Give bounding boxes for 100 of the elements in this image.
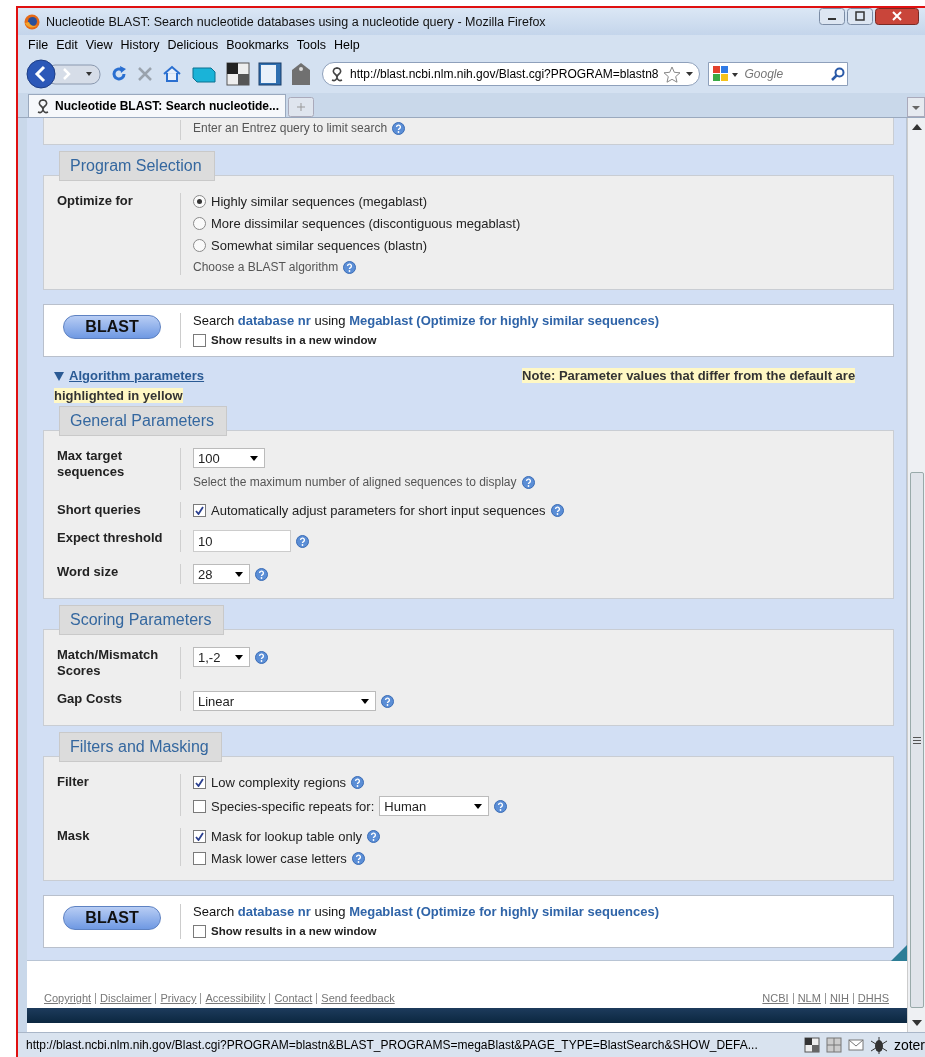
summary-link[interactable]: database nr <box>237 904 311 919</box>
menu-item[interactable]: Bookmarks <box>226 38 289 52</box>
checkbox[interactable] <box>193 775 206 789</box>
scroll-down-icon[interactable] <box>911 1020 922 1026</box>
summary-link[interactable]: Megablast (Optimize for highly similar sequences) <box>349 313 660 328</box>
triangle-down-icon[interactable] <box>54 372 64 382</box>
menu-item[interactable]: File <box>28 38 49 52</box>
help-icon[interactable] <box>351 851 365 865</box>
menu-item[interactable]: Tools <box>296 38 326 52</box>
section-toggle-link[interactable]: Algorithm parameters <box>69 368 205 383</box>
back-forward-icon[interactable] <box>26 59 102 89</box>
mail-icon[interactable] <box>847 1037 864 1053</box>
menu-item[interactable]: History <box>120 38 160 52</box>
option-label[interactable]: Automatically adjust parameters for short input sequences <box>211 502 546 518</box>
blast-button[interactable]: BLAST <box>63 315 161 339</box>
caret-icon <box>250 455 258 461</box>
hint-text: Select the maximum number of aligned sequences to display <box>193 475 517 489</box>
option-label[interactable]: Show results in a new window <box>211 925 377 937</box>
address-bar[interactable]: http://blast.ncbi.nlm.nih.gov/Blast.cgi?PROGRAM=blastn8 <box>322 62 701 86</box>
footer-link[interactable]: Contact <box>269 993 317 1004</box>
help-icon[interactable] <box>351 775 365 789</box>
search-icon[interactable] <box>828 62 849 86</box>
option-label[interactable]: Show results in a new window <box>211 334 377 346</box>
footer-link[interactable]: Disclaimer <box>95 993 156 1004</box>
summary-link[interactable]: database nr <box>237 313 311 328</box>
footer-link[interactable]: Privacy <box>155 993 201 1004</box>
option-label[interactable]: Highly similar sequences (megablast) <box>211 193 428 209</box>
dropdown[interactable]: Linear <box>193 691 376 711</box>
star-icon[interactable] <box>663 65 682 83</box>
maximize-icon[interactable] <box>847 8 873 25</box>
dropdown[interactable]: Human <box>379 796 490 816</box>
search-engine-icon[interactable] <box>708 62 743 86</box>
footer-link[interactable]: NIH <box>824 993 853 1004</box>
scrollbar[interactable] <box>907 118 925 1032</box>
option-label[interactable]: Species-specific repeats for: <box>211 798 375 814</box>
addon-label[interactable]: zoter <box>893 1037 925 1053</box>
checker-icon[interactable] <box>226 62 250 86</box>
dropdown[interactable]: 1,-2 <box>193 647 250 667</box>
section-heading: Filters and Masking <box>59 732 222 762</box>
tag-icon[interactable] <box>290 62 312 86</box>
input-field[interactable]: 10 <box>193 530 291 552</box>
section-heading: Program Selection <box>59 151 215 181</box>
close-icon[interactable] <box>875 8 919 25</box>
minimize-icon[interactable] <box>819 8 845 25</box>
checkbox[interactable] <box>193 333 206 347</box>
tab-list-icon[interactable] <box>907 97 925 117</box>
help-icon[interactable] <box>255 650 268 664</box>
help-icon[interactable] <box>550 503 564 517</box>
help-icon[interactable] <box>343 260 357 274</box>
help-icon[interactable] <box>392 121 406 135</box>
checkbox[interactable] <box>193 924 206 938</box>
footer-link[interactable]: NLM <box>792 993 825 1004</box>
footer-link[interactable]: NCBI <box>762 993 793 1004</box>
radio-button[interactable] <box>193 238 206 252</box>
footer-link[interactable]: Send feedback <box>316 993 399 1004</box>
menu-item[interactable]: Delicious <box>167 38 219 52</box>
checkbox[interactable] <box>193 799 206 813</box>
checkbox[interactable] <box>193 503 206 517</box>
field-label: Match/Mismatch Scores <box>57 647 160 679</box>
summary-link[interactable]: Megablast (Optimize for highly similar sequences) <box>349 904 660 919</box>
checker-icon[interactable] <box>803 1037 820 1053</box>
blast-button[interactable]: BLAST <box>63 906 161 930</box>
scroll-up-icon[interactable] <box>911 124 922 130</box>
help-icon[interactable] <box>367 829 381 843</box>
option-label[interactable]: Low complexity regions <box>211 774 347 790</box>
home-icon[interactable] <box>162 65 182 83</box>
menu-item[interactable]: View <box>85 38 113 52</box>
field-label: Gap Costs <box>57 691 123 707</box>
dropdown[interactable]: 100 <box>193 448 265 468</box>
option-label[interactable]: More dissimilar sequences (discontiguous megablast) <box>211 215 521 231</box>
help-icon[interactable] <box>296 534 309 548</box>
dropdown-caret-icon[interactable] <box>686 72 694 76</box>
radio-button[interactable] <box>193 216 206 230</box>
help-icon[interactable] <box>521 475 535 489</box>
field-label: Mask <box>57 828 91 844</box>
resize-corner-icon[interactable] <box>891 945 907 961</box>
footer-link[interactable]: Copyright <box>44 993 96 1004</box>
browser-tab[interactable]: Nucleotide BLAST: Search nucleotide... <box>28 94 287 117</box>
menu-item[interactable]: Edit <box>56 38 78 52</box>
grid-icon[interactable] <box>825 1037 842 1053</box>
help-icon[interactable] <box>494 799 508 813</box>
footer-link[interactable]: DHHS <box>852 993 893 1004</box>
option-label[interactable]: Somewhat similar sequences (blastn) <box>211 237 428 253</box>
help-icon[interactable] <box>381 694 394 708</box>
panel-icon[interactable] <box>258 62 282 86</box>
search-summary: Search database nr using Megablast (Optimize for highly similar sequences) <box>193 904 660 919</box>
radio-button[interactable] <box>193 194 206 208</box>
checkbox[interactable] <box>193 829 206 843</box>
field-label: Word size <box>57 564 120 580</box>
reload-icon[interactable] <box>110 65 128 83</box>
caret-icon <box>235 571 243 577</box>
bug-icon[interactable] <box>869 1036 888 1054</box>
menu-item[interactable]: Help <box>333 38 360 52</box>
option-label[interactable]: Mask lower case letters <box>211 850 347 866</box>
footer-link[interactable]: Accessibility <box>200 993 270 1004</box>
option-label[interactable]: Mask for lookup table only <box>211 828 363 844</box>
help-icon[interactable] <box>255 567 268 581</box>
scroll-thumb[interactable] <box>909 472 924 1008</box>
checkbox[interactable] <box>193 851 206 865</box>
dropdown[interactable]: 28 <box>193 564 250 584</box>
